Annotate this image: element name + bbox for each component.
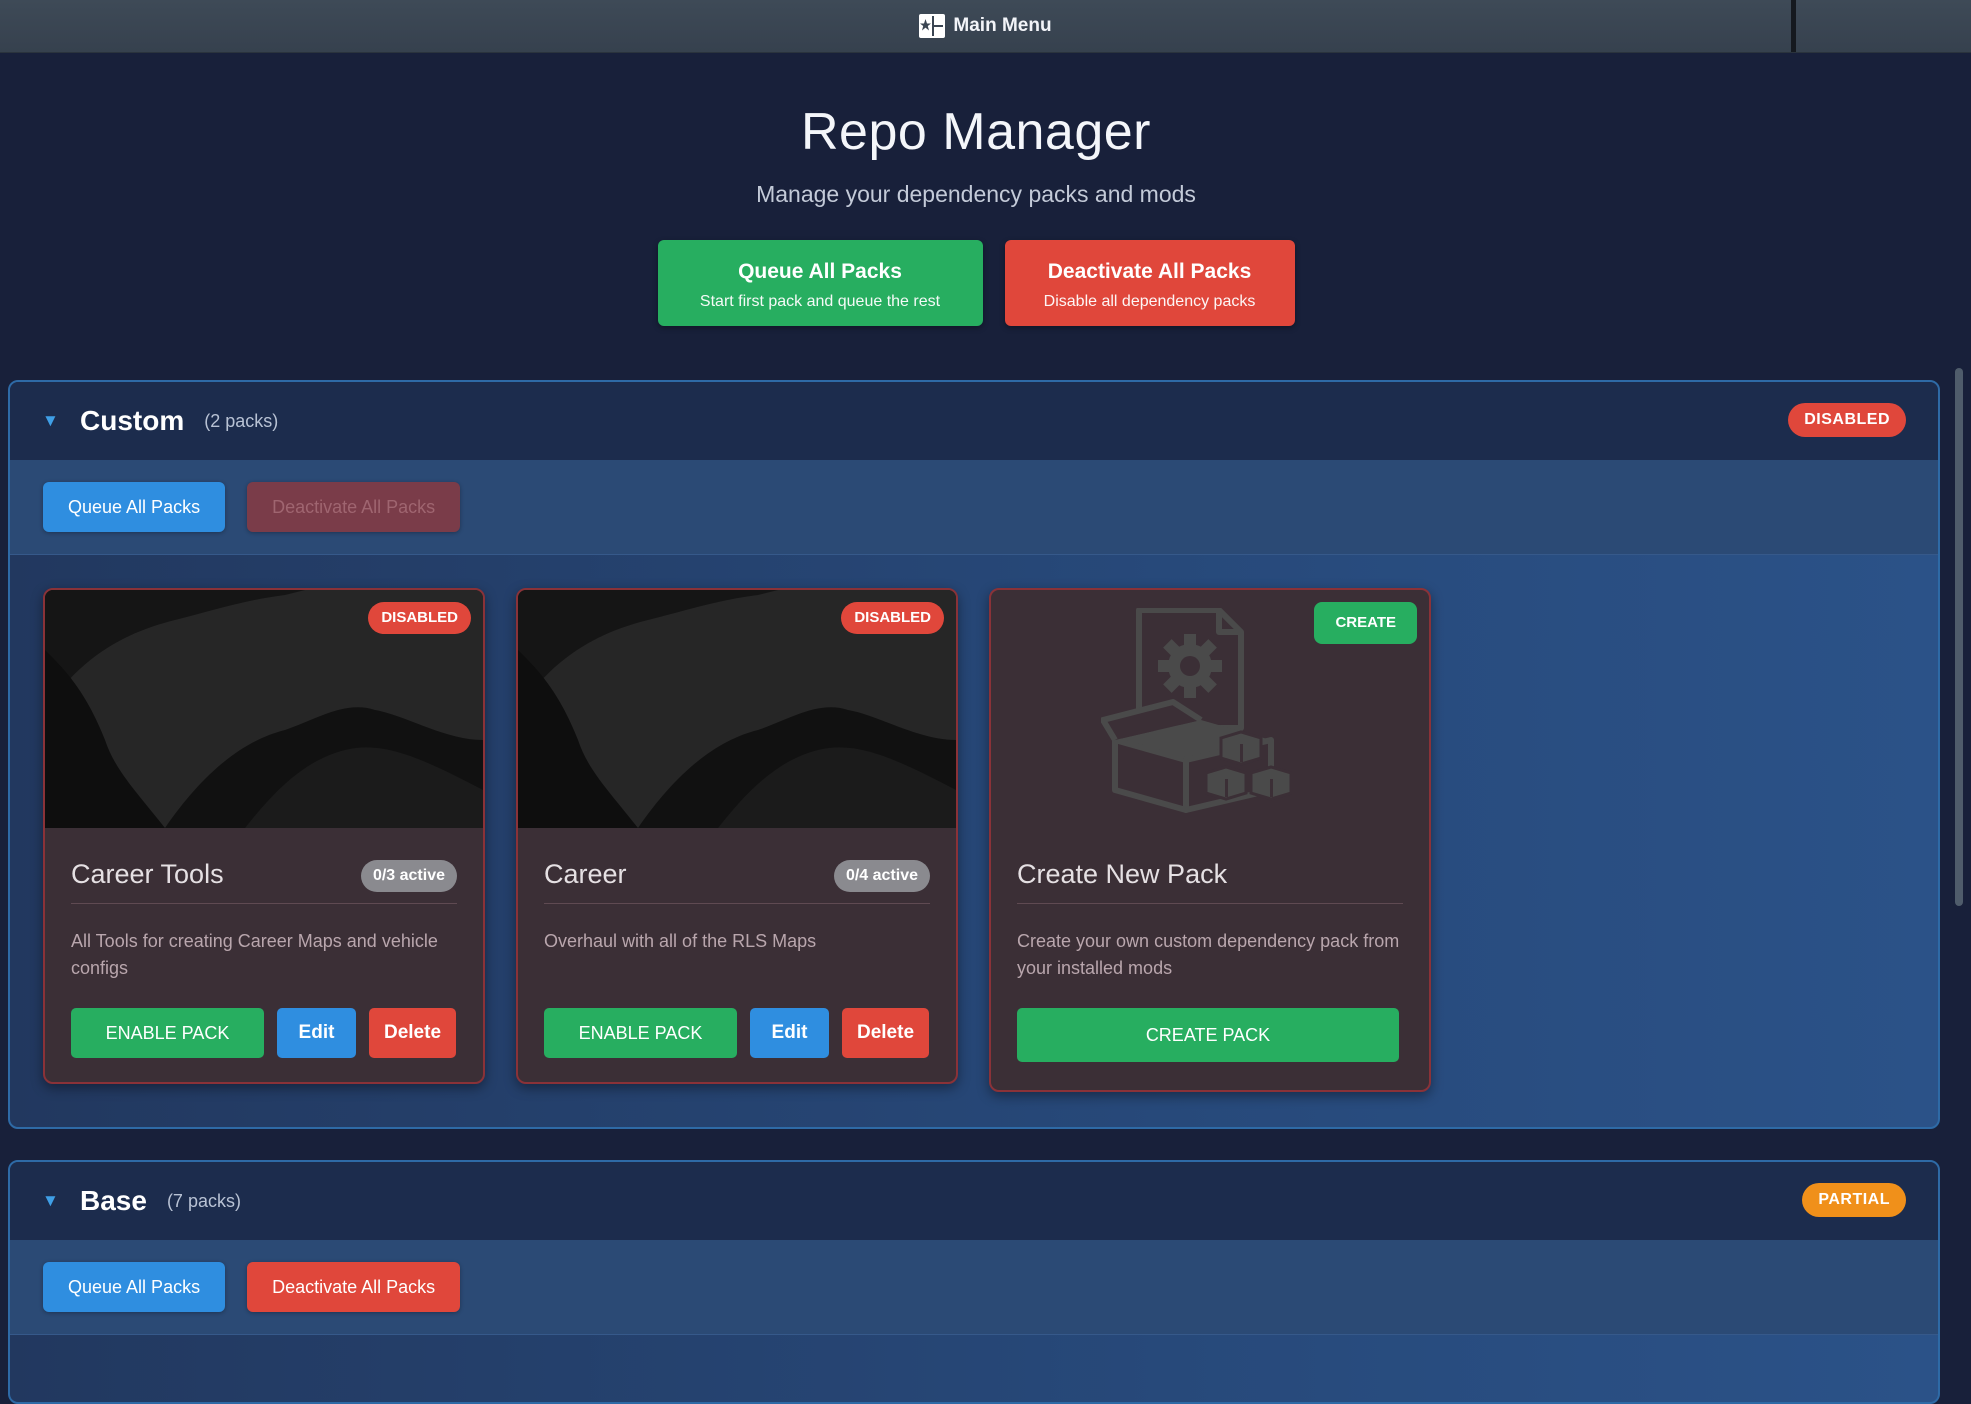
card-title: Career bbox=[544, 859, 627, 889]
card-title: Create New Pack bbox=[1017, 859, 1228, 889]
section-toolbar: Queue All Packs Deactivate All Packs bbox=[10, 460, 1938, 555]
hero: Repo Manager Manage your dependency pack… bbox=[0, 52, 1952, 382]
card-status-badge: DISABLED bbox=[368, 602, 471, 634]
edit-button[interactable]: Edit bbox=[750, 1008, 829, 1058]
section-base: ▼ Base (7 packs) PARTIAL Queue All Packs… bbox=[8, 1160, 1940, 1404]
pack-cards: DISABLED Career Tools 0/3 active All Too… bbox=[10, 555, 1938, 1115]
status-badge: PARTIAL bbox=[1802, 1183, 1906, 1217]
page-subtitle: Manage your dependency packs and mods bbox=[756, 181, 1196, 207]
active-count-badge: 0/3 active bbox=[360, 860, 457, 892]
enable-pack-button[interactable]: ENABLE PACK bbox=[71, 1008, 264, 1058]
card-actions: ENABLE PACK Edit Delete bbox=[71, 1008, 456, 1058]
page-title: Repo Manager bbox=[801, 103, 1151, 161]
deactivate-all-packs-button[interactable]: Deactivate All Packs Disable all depende… bbox=[1004, 240, 1295, 326]
deactivate-all-title: Deactivate All Packs bbox=[1047, 260, 1252, 283]
queue-all-title: Queue All Packs bbox=[738, 260, 902, 283]
edit-button[interactable]: Edit bbox=[277, 1008, 356, 1058]
main-menu-label: Main Menu bbox=[953, 15, 1052, 36]
queue-all-packs-button[interactable]: Queue All Packs Start first pack and que… bbox=[657, 240, 983, 326]
deactivate-all-subtitle: Disable all dependency packs bbox=[1043, 293, 1256, 310]
card-actions: ENABLE PACK Edit Delete bbox=[544, 1008, 929, 1058]
create-badge: CREATE bbox=[1314, 602, 1417, 644]
section-name: Base bbox=[80, 1185, 147, 1216]
card-description: All Tools for creating Career Maps and v… bbox=[71, 931, 438, 978]
card-actions: CREATE PACK bbox=[1017, 1008, 1399, 1062]
window-divider bbox=[1791, 0, 1796, 52]
enable-pack-button[interactable]: ENABLE PACK bbox=[544, 1008, 737, 1058]
section-header[interactable]: ▼ Base (7 packs) PARTIAL bbox=[10, 1162, 1938, 1240]
active-count-badge: 0/4 active bbox=[833, 860, 930, 892]
main-menu-icon bbox=[919, 14, 946, 38]
section-queue-all-button[interactable]: Queue All Packs bbox=[43, 1262, 226, 1312]
card-status-badge: DISABLED bbox=[841, 602, 944, 634]
section-toolbar: Queue All Packs Deactivate All Packs bbox=[10, 1240, 1938, 1335]
create-pack-button[interactable]: CREATE PACK bbox=[1017, 1008, 1399, 1062]
create-pack-card: CREATE Create New Pack Create your own c… bbox=[989, 588, 1431, 1092]
section-name: Custom bbox=[80, 405, 185, 436]
package-gear-icon bbox=[1101, 608, 1293, 813]
queue-all-subtitle: Start first pack and queue the rest bbox=[699, 293, 941, 310]
card-divider bbox=[544, 903, 930, 904]
pack-card-career: DISABLED Career 0/4 active Overhaul with… bbox=[516, 588, 958, 1084]
scrollbar-thumb[interactable] bbox=[1955, 368, 1963, 906]
pack-card-career-tools: DISABLED Career Tools 0/3 active All Too… bbox=[43, 588, 485, 1084]
section-deactivate-all-button[interactable]: Deactivate All Packs bbox=[247, 482, 461, 532]
section-custom: ▼ Custom (2 packs) DISABLED Queue All Pa… bbox=[8, 380, 1940, 1129]
section-deactivate-all-button[interactable]: Deactivate All Packs bbox=[247, 1262, 461, 1312]
card-title: Career Tools bbox=[71, 859, 224, 889]
delete-button[interactable]: Delete bbox=[369, 1008, 456, 1058]
collapse-triangle-icon[interactable]: ▼ bbox=[42, 411, 60, 431]
status-badge: DISABLED bbox=[1788, 403, 1906, 437]
section-header[interactable]: ▼ Custom (2 packs) DISABLED bbox=[10, 382, 1938, 460]
card-description: Create your own custom dependency pack f… bbox=[1017, 931, 1400, 978]
section-count: (2 packs) bbox=[204, 410, 279, 431]
section-queue-all-button[interactable]: Queue All Packs bbox=[43, 482, 226, 532]
card-divider bbox=[1017, 903, 1403, 904]
collapse-triangle-icon[interactable]: ▼ bbox=[42, 1191, 60, 1211]
global-actions: Queue All Packs Start first pack and que… bbox=[0, 240, 1952, 326]
top-bar: Main Menu bbox=[0, 0, 1971, 53]
section-count: (7 packs) bbox=[166, 1190, 241, 1211]
card-description: Overhaul with all of the RLS Maps bbox=[544, 931, 817, 951]
card-divider bbox=[71, 903, 457, 904]
main-menu-button[interactable]: Main Menu bbox=[919, 14, 1052, 38]
delete-button[interactable]: Delete bbox=[842, 1008, 929, 1058]
